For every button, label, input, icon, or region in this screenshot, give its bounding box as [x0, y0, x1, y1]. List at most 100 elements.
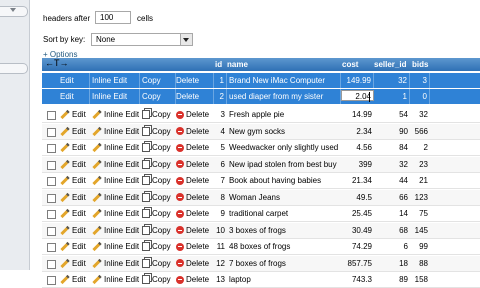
- cell-name[interactable]: 7 boxes of frogs: [228, 256, 341, 271]
- row-checkbox[interactable]: [47, 111, 56, 120]
- copy-button[interactable]: Copy: [142, 190, 176, 205]
- edit-button[interactable]: Edit: [60, 107, 90, 122]
- delete-button[interactable]: Delete: [176, 190, 214, 205]
- inline-edit-button[interactable]: Inline Edit: [92, 73, 140, 88]
- cell-seller-id[interactable]: 54: [376, 107, 410, 122]
- row-checkbox[interactable]: [47, 177, 56, 186]
- copy-button[interactable]: Copy: [142, 157, 176, 172]
- column-nav-arrows[interactable]: ←T→: [45, 58, 69, 68]
- table-row[interactable]: Edit Inline Edit Copy Delete 3 Fresh apple pi…: [42, 107, 480, 123]
- cell-cost[interactable]: 14.99: [342, 107, 374, 122]
- row-checkbox[interactable]: [47, 160, 56, 170]
- copy-button[interactable]: Copy: [142, 272, 176, 287]
- table-row-selected[interactable]: Edit Inline Edit Copy Delete 2 used diaper fr…: [42, 89, 480, 104]
- edit-button[interactable]: Edit: [60, 223, 90, 238]
- inline-edit-button[interactable]: Inline Edit: [92, 157, 140, 172]
- cell-seller-id[interactable]: 32: [376, 73, 410, 88]
- inline-edit-button[interactable]: Inline Edit: [92, 239, 140, 254]
- cell-seller-id[interactable]: 68: [376, 223, 410, 238]
- inline-edit-button[interactable]: Inline Edit: [92, 124, 140, 139]
- table-row[interactable]: Edit Inline Edit Copy Delete 10 3 boxes of fr…: [42, 222, 480, 239]
- cell-cost[interactable]: 21.34: [342, 173, 374, 188]
- copy-button[interactable]: Copy: [142, 173, 176, 188]
- inline-edit-button[interactable]: Inline Edit: [92, 190, 140, 205]
- cell-seller-id[interactable]: 89: [376, 272, 410, 287]
- delete-button[interactable]: Delete: [176, 272, 214, 287]
- cell-seller-id[interactable]: 1: [376, 89, 410, 104]
- edit-button[interactable]: Edit: [60, 256, 90, 271]
- cell-name[interactable]: New gym socks: [228, 124, 341, 139]
- inline-edit-button[interactable]: Inline Edit: [92, 206, 140, 221]
- edit-button[interactable]: Edit: [60, 73, 90, 88]
- cell-cost[interactable]: 2.34: [342, 124, 374, 139]
- inline-edit-button[interactable]: Inline Edit: [92, 223, 140, 238]
- cell-bids[interactable]: 145: [412, 223, 430, 238]
- edit-button[interactable]: Edit: [60, 272, 90, 287]
- table-row[interactable]: Edit Inline Edit Copy Delete 12 7 boxes of fr…: [42, 255, 480, 272]
- column-header-id[interactable]: id: [215, 58, 225, 71]
- row-checkbox[interactable]: [47, 259, 56, 269]
- inline-edit-button[interactable]: Inline Edit: [92, 173, 140, 188]
- edit-button[interactable]: Edit: [60, 157, 90, 172]
- cell-cost[interactable]: 49.5: [342, 190, 374, 205]
- cell-bids[interactable]: 21: [412, 173, 430, 188]
- cell-cost[interactable]: 399: [342, 157, 374, 172]
- table-row[interactable]: Edit Inline Edit Copy Delete 9 traditional ca…: [42, 206, 480, 222]
- delete-button[interactable]: Delete: [176, 107, 214, 122]
- copy-button[interactable]: Copy: [142, 256, 176, 271]
- inline-edit-button[interactable]: Inline Edit: [92, 256, 140, 271]
- delete-button[interactable]: Delete: [176, 73, 214, 88]
- cell-seller-id[interactable]: 14: [376, 206, 410, 221]
- cell-bids[interactable]: 32: [412, 107, 430, 122]
- row-checkbox[interactable]: [47, 226, 56, 236]
- cell-cost[interactable]: 25.45: [342, 206, 374, 221]
- row-checkbox[interactable]: [47, 210, 56, 219]
- sort-by-key-select[interactable]: None: [91, 33, 193, 46]
- column-header-bids[interactable]: bids: [412, 58, 432, 71]
- cell-bids[interactable]: 75: [412, 206, 430, 221]
- cell-seller-id[interactable]: 66: [376, 190, 410, 205]
- cell-name[interactable]: Brand New iMac Computer: [228, 73, 341, 88]
- table-row[interactable]: Edit Inline Edit Copy Delete 4 New gym socks 2…: [42, 123, 480, 140]
- delete-button[interactable]: Delete: [176, 206, 214, 221]
- cell-bids[interactable]: 99: [412, 239, 430, 254]
- table-row-selected[interactable]: Edit Inline Edit Copy Delete 1 Brand New iMac…: [42, 73, 480, 88]
- cell-bids[interactable]: 566: [412, 124, 430, 139]
- cell-name[interactable]: Fresh apple pie: [228, 107, 341, 122]
- copy-button[interactable]: Copy: [142, 223, 176, 238]
- copy-button[interactable]: Copy: [142, 239, 176, 254]
- cell-bids[interactable]: 123: [412, 190, 430, 205]
- cell-name[interactable]: New ipad stolen from best buy: [228, 157, 341, 172]
- cell-seller-id[interactable]: 44: [376, 173, 410, 188]
- copy-button[interactable]: Copy: [142, 107, 176, 122]
- cell-cost[interactable]: 149.99: [342, 73, 374, 88]
- inline-edit-button[interactable]: Inline Edit: [92, 89, 140, 104]
- copy-button[interactable]: Copy: [142, 206, 176, 221]
- table-row[interactable]: Edit Inline Edit Copy Delete 11 48 boxes of f…: [42, 239, 480, 255]
- table-row[interactable]: Edit Inline Edit Copy Delete 5 Weedwacker onl…: [42, 140, 480, 156]
- table-row[interactable]: Edit Inline Edit Copy Delete 6 New ipad stole…: [42, 156, 480, 173]
- cell-bids[interactable]: 2: [412, 140, 430, 155]
- inline-edit-button[interactable]: Inline Edit: [92, 140, 140, 155]
- cell-bids[interactable]: 23: [412, 157, 430, 172]
- delete-button[interactable]: Delete: [176, 157, 214, 172]
- delete-button[interactable]: Delete: [176, 239, 214, 254]
- cell-cost[interactable]: 30.49: [342, 223, 374, 238]
- row-checkbox[interactable]: [47, 127, 56, 137]
- column-header-seller-id[interactable]: seller_id: [374, 58, 412, 71]
- nav-scroll-handle[interactable]: [0, 63, 28, 74]
- delete-button[interactable]: Delete: [176, 140, 214, 155]
- edit-button[interactable]: Edit: [60, 89, 90, 104]
- delete-button[interactable]: Delete: [176, 256, 214, 271]
- row-checkbox[interactable]: [47, 193, 56, 203]
- row-checkbox[interactable]: [47, 243, 56, 252]
- edit-button[interactable]: Edit: [60, 124, 90, 139]
- table-row[interactable]: Edit Inline Edit Copy Delete 13 laptop 743.3 89…: [42, 272, 480, 288]
- headers-after-input[interactable]: 100: [95, 11, 131, 24]
- cell-cost[interactable]: 4.56: [342, 140, 374, 155]
- delete-button[interactable]: Delete: [176, 124, 214, 139]
- cell-name[interactable]: Weedwacker only slightly used: [228, 140, 341, 155]
- cell-seller-id[interactable]: 18: [376, 256, 410, 271]
- inline-edit-button[interactable]: Inline Edit: [92, 272, 140, 287]
- edit-button[interactable]: Edit: [60, 140, 90, 155]
